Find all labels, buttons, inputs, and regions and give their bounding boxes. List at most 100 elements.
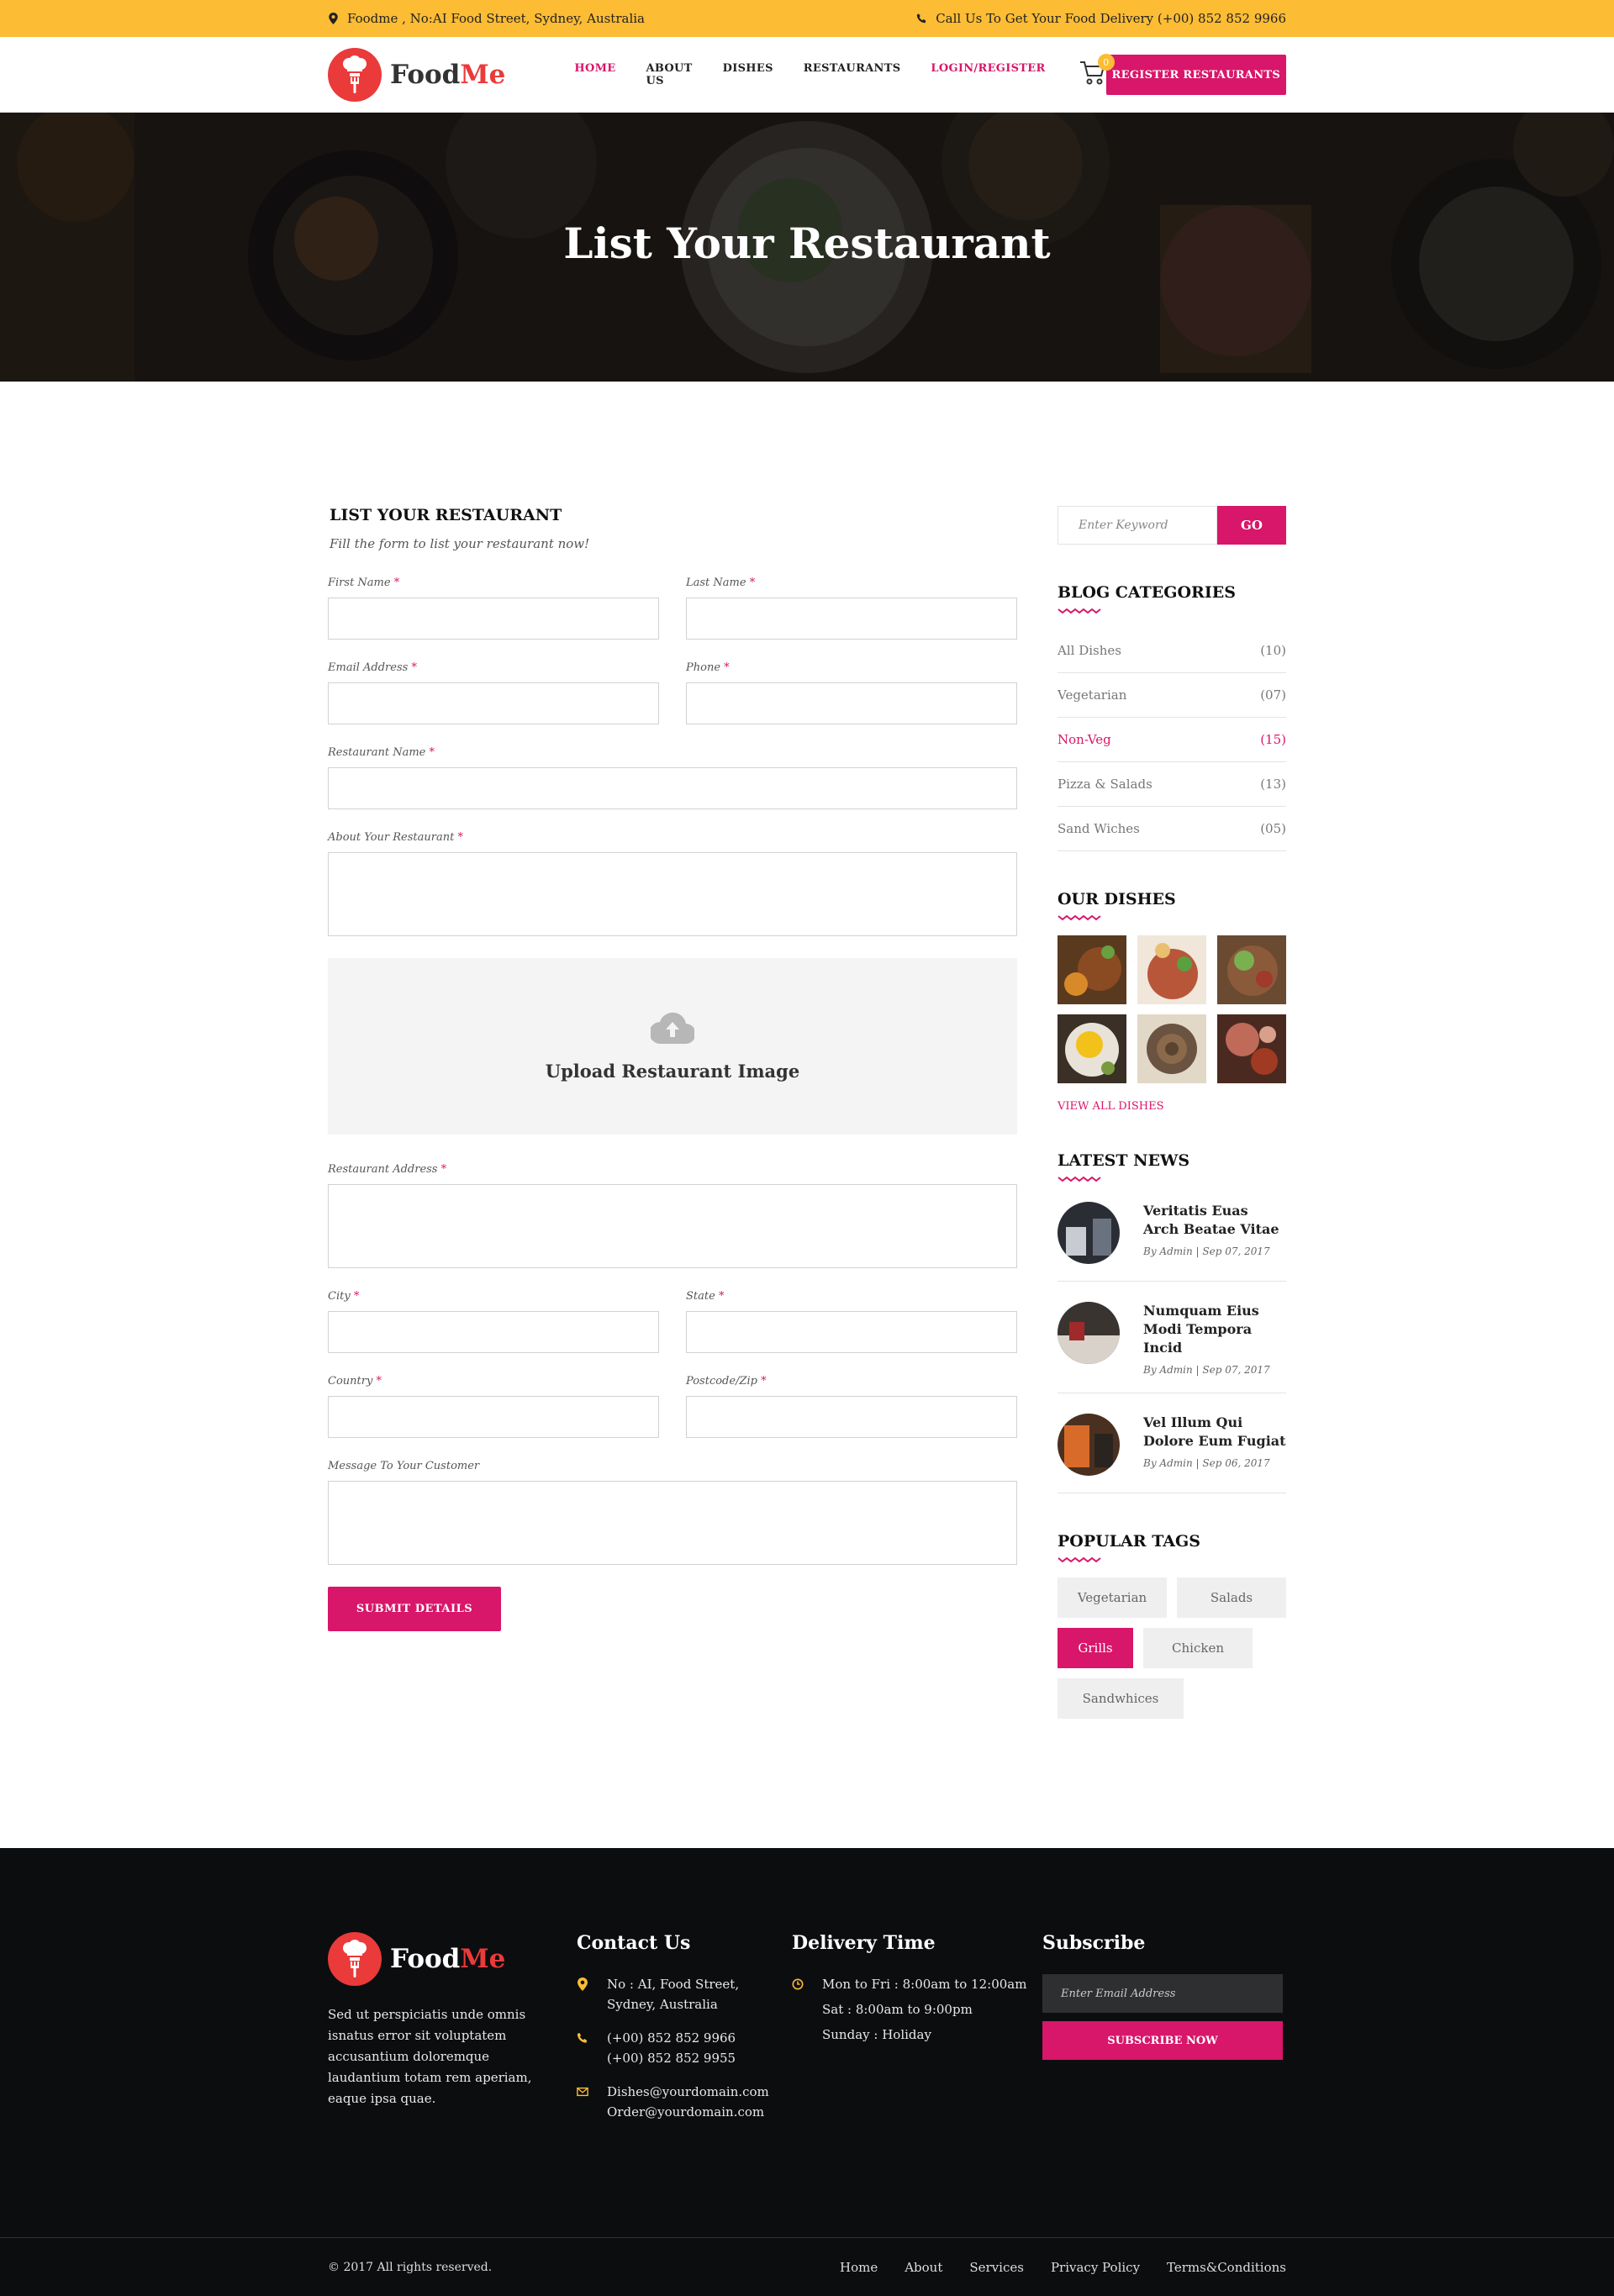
postcode-input[interactable]	[686, 1396, 1017, 1438]
submit-details-button[interactable]: SUBMIT DETAILS	[328, 1587, 501, 1631]
nav-home[interactable]: HOME	[574, 62, 615, 87]
categories-title: BLOG CATEGORIES	[1058, 583, 1236, 602]
logo-text-me: Me	[460, 1944, 506, 1974]
news-item[interactable]: Numquam Eius Modi Tempora Incid By Admin …	[1058, 1297, 1286, 1393]
dish-thumbnail[interactable]	[1137, 935, 1206, 1004]
email-input[interactable]	[328, 682, 659, 724]
country-group: Country *	[328, 1375, 659, 1438]
news-item[interactable]: Veritatis Euas Arch Beatae Vitae By Admin…	[1058, 1197, 1286, 1282]
footer-email1[interactable]: Dishes@yourdomain.com	[607, 2082, 769, 2102]
nav-about-us[interactable]: ABOUT US	[646, 62, 693, 87]
footer-phone2[interactable]: (+00) 852 852 9955	[607, 2048, 736, 2068]
search-go-button[interactable]: GO	[1217, 506, 1286, 545]
footer-link-home[interactable]: Home	[840, 2260, 878, 2275]
main-header: FoodMe HOME ABOUT US DISHES RESTAURANTS …	[0, 37, 1614, 113]
restaurant-name-input[interactable]	[328, 767, 1017, 809]
upload-image-dropzone[interactable]: Upload Restaurant Image	[328, 958, 1017, 1135]
news-title-text: Numquam Eius Modi Tempora Incid	[1143, 1303, 1259, 1356]
footer-phone1[interactable]: (+00) 852 852 9966	[607, 2028, 736, 2048]
tag-salads[interactable]: Salads	[1177, 1577, 1286, 1618]
hero-banner: List Your Restaurant	[0, 113, 1614, 382]
sidebar: Enter Keyword GO BLOG CATEGORIES All Dis…	[1058, 506, 1286, 1719]
squiggle-divider	[1058, 1556, 1101, 1563]
category-item[interactable]: Vegetarian (07)	[1058, 673, 1286, 718]
squiggle-divider	[1058, 914, 1101, 921]
last-name-group: Last Name *	[686, 577, 1017, 640]
dish-thumbnail[interactable]	[1217, 1014, 1286, 1083]
dish-thumbnail[interactable]	[1058, 935, 1126, 1004]
logo[interactable]: FoodMe	[328, 48, 505, 102]
search-input[interactable]: Enter Keyword	[1058, 506, 1217, 545]
nav-dishes[interactable]: DISHES	[723, 62, 773, 87]
email-label: Email Address *	[328, 661, 659, 674]
cart-button[interactable]: 0	[1079, 54, 1115, 89]
logo-text-food: Food	[390, 60, 461, 90]
category-count: (10)	[1260, 643, 1286, 658]
postcode-group: Postcode/Zip *	[686, 1375, 1017, 1438]
subscribe-email-input[interactable]: Enter Email Address	[1042, 1974, 1283, 2013]
logo-text-me: Me	[460, 60, 506, 90]
message-textarea[interactable]	[328, 1481, 1017, 1565]
message-group: Message To Your Customer	[328, 1460, 1017, 1565]
topbar-call[interactable]: Call Us To Get Your Food Delivery (+00) …	[916, 11, 1286, 26]
footer-address-line2: Sydney, Australia	[607, 1997, 718, 2012]
footer-email2[interactable]: Order@yourdomain.com	[607, 2102, 769, 2122]
news-image	[1058, 1202, 1120, 1264]
copyright: © 2017 All rights reserved.	[328, 2261, 493, 2274]
news-item[interactable]: Vel Illum Qui Dolore Eum Fugiat By Admin …	[1058, 1409, 1286, 1493]
footer-link-privacy[interactable]: Privacy Policy	[1051, 2260, 1140, 2275]
tag-vegetarian[interactable]: Vegetarian	[1058, 1577, 1167, 1618]
dish-thumbnail[interactable]	[1217, 935, 1286, 1004]
last-name-input[interactable]	[686, 598, 1017, 640]
country-input[interactable]	[328, 1396, 659, 1438]
required-mark: *	[457, 831, 463, 844]
last-name-label: Last Name *	[686, 577, 1017, 589]
footer-link-services[interactable]: Services	[969, 2260, 1024, 2275]
news-image	[1058, 1302, 1120, 1364]
category-item[interactable]: All Dishes (10)	[1058, 629, 1286, 673]
category-name: Non-Veg	[1058, 732, 1111, 747]
footer-link-terms[interactable]: Terms&Conditions	[1167, 2260, 1286, 2275]
footer-subscribe: Subscribe Enter Email Address SUBSCRIBE …	[1042, 1932, 1283, 2135]
dish-thumbnail[interactable]	[1137, 1014, 1206, 1083]
footer-contact: Contact Us No : AI, Food Street, Sydney, …	[577, 1932, 792, 2135]
category-item[interactable]: Sand Wiches (05)	[1058, 807, 1286, 851]
category-item-active[interactable]: Non-Veg (15)	[1058, 718, 1286, 762]
upload-label: Upload Restaurant Image	[545, 1060, 800, 1082]
sidebar-search: Enter Keyword GO	[1058, 506, 1286, 545]
footer-logo[interactable]: FoodMe	[328, 1932, 577, 1986]
tag-grills[interactable]: Grills	[1058, 1628, 1133, 1668]
register-restaurants-button[interactable]: REGISTER RESTAURANTS	[1105, 55, 1286, 95]
tag-chicken[interactable]: Chicken	[1143, 1628, 1253, 1668]
nav-restaurants[interactable]: RESTAURANTS	[804, 62, 901, 87]
chef-hat-fork-icon	[343, 1940, 367, 1977]
required-mark: *	[393, 577, 400, 589]
first-name-label-text: First Name	[328, 577, 391, 589]
state-input[interactable]	[686, 1311, 1017, 1353]
dish-thumbnail[interactable]	[1058, 1014, 1126, 1083]
footer-link-about[interactable]: About	[905, 2260, 942, 2275]
category-count: (13)	[1260, 777, 1286, 792]
tag-sandwhices[interactable]: Sandwhices	[1058, 1678, 1184, 1719]
required-mark: *	[749, 577, 756, 589]
city-input[interactable]	[328, 1311, 659, 1353]
subscribe-now-button[interactable]: SUBSCRIBE NOW	[1042, 2021, 1283, 2060]
phone-label-text: Phone	[686, 661, 721, 674]
phone-icon	[917, 13, 926, 24]
category-name: All Dishes	[1058, 643, 1121, 658]
phone-input[interactable]	[686, 682, 1017, 724]
cloud-upload-icon	[651, 1012, 694, 1044]
first-name-input[interactable]	[328, 598, 659, 640]
phone-icon	[577, 2032, 588, 2043]
view-all-dishes-link[interactable]: VIEW ALL DISHES	[1058, 1100, 1286, 1113]
restaurant-form: LIST YOUR RESTAURANT Fill the form to li…	[328, 506, 1017, 1719]
category-item[interactable]: Pizza & Salads (13)	[1058, 762, 1286, 807]
address-textarea[interactable]	[328, 1184, 1017, 1268]
footer-about: FoodMe Sed ut perspiciatis unde omnis is…	[328, 1932, 577, 2135]
main-content: LIST YOUR RESTAURANT Fill the form to li…	[0, 382, 1614, 1848]
news-title-text: Vel Illum Qui Dolore Eum Fugiat	[1143, 1414, 1286, 1449]
nav-login-register[interactable]: LOGIN/REGISTER	[931, 62, 1045, 87]
squiggle-divider	[1058, 608, 1101, 614]
footer-time2: Sat : 8:00am to 9:00pm	[822, 2002, 973, 2017]
about-textarea[interactable]	[328, 852, 1017, 936]
